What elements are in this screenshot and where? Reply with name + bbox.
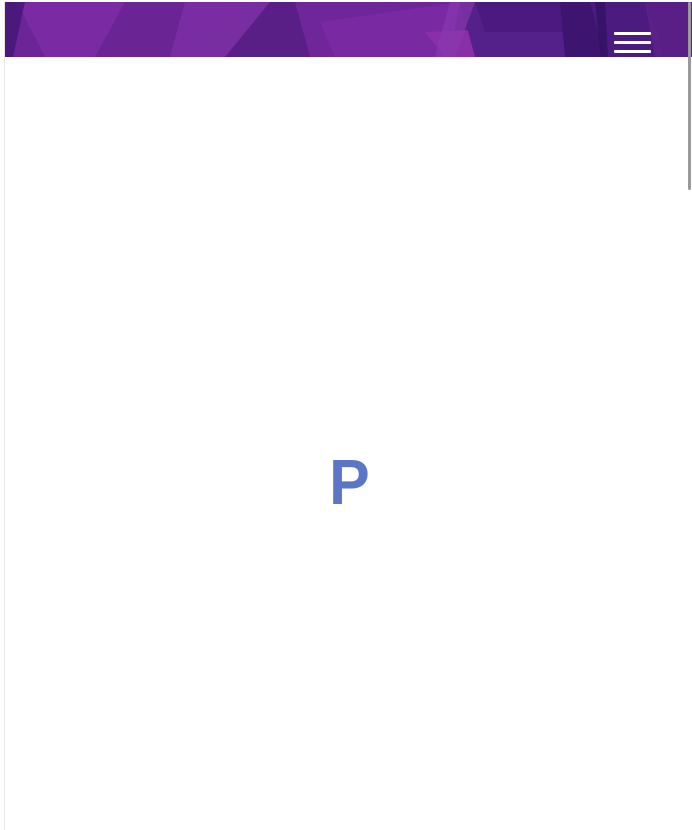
menu-button[interactable] bbox=[611, 28, 653, 56]
page-loader: P bbox=[5, 447, 692, 517]
loader-letter: P bbox=[328, 446, 370, 518]
header-banner bbox=[5, 2, 692, 57]
hamburger-menu-icon bbox=[614, 32, 651, 35]
hamburger-menu-icon-bar bbox=[614, 41, 651, 44]
app-window: P bbox=[4, 2, 692, 830]
hamburger-menu-icon-bar bbox=[614, 50, 651, 53]
header-background-pattern bbox=[5, 2, 692, 57]
scrollbar[interactable] bbox=[688, 2, 691, 190]
